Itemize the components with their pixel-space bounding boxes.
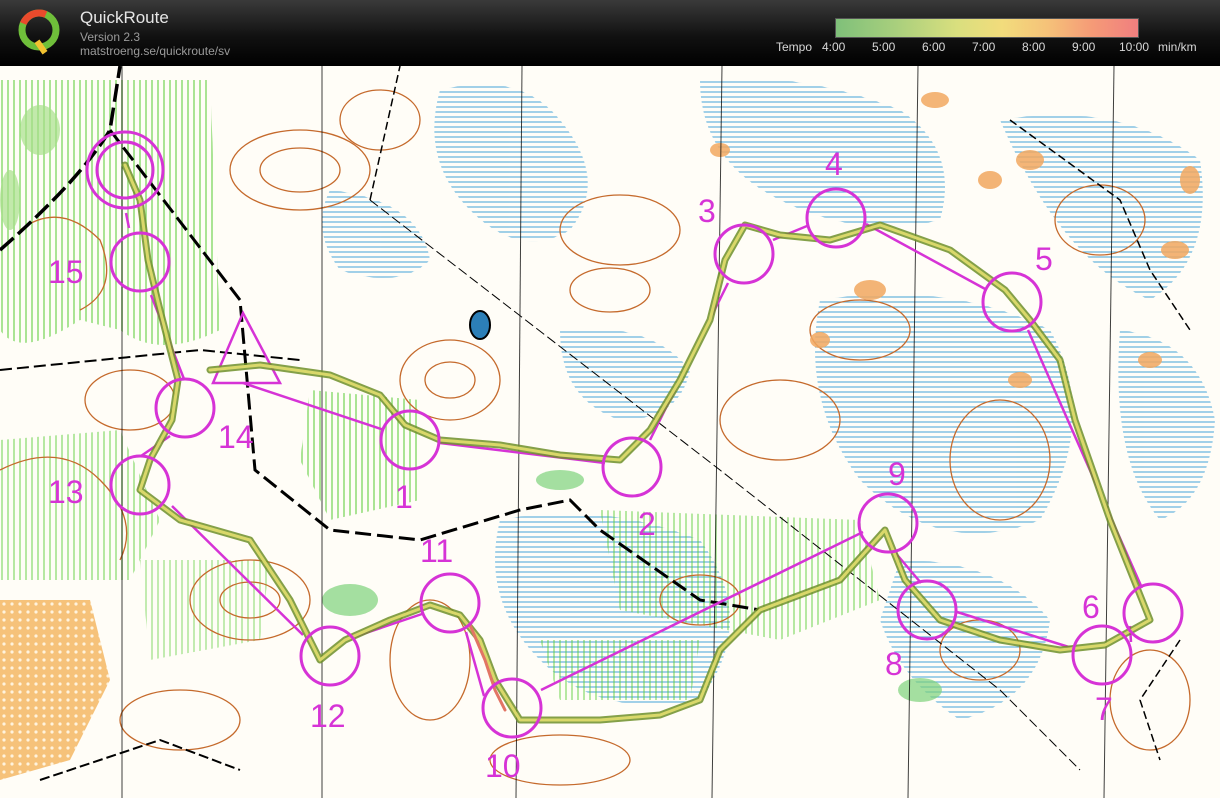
tempo-label: Tempo [776, 40, 813, 54]
control-number: 9 [888, 456, 906, 492]
control-number: 10 [485, 748, 521, 784]
app-url[interactable]: matstroeng.se/quickroute/sv [80, 44, 230, 58]
control-number: 5 [1035, 241, 1053, 277]
control-number: 8 [885, 646, 903, 682]
control-number: 3 [698, 193, 716, 229]
tempo-color-scale [835, 18, 1139, 38]
control-number: 4 [825, 146, 843, 182]
control-number: 6 [1082, 589, 1100, 625]
quickroute-logo [18, 9, 60, 55]
control-number: 13 [48, 474, 84, 510]
tempo-tick: 5:00 [872, 40, 896, 54]
tempo-tick: 4:00 [822, 40, 846, 54]
app-title: QuickRoute [80, 8, 169, 27]
tempo-tick: 9:00 [1072, 40, 1096, 54]
tempo-tick: 10:00 [1119, 40, 1150, 54]
app-version: Version 2.3 [80, 30, 141, 44]
control-number: 14 [218, 419, 254, 455]
tempo-tick: 7:00 [972, 40, 996, 54]
orienteering-map[interactable]: 15 14 13 1 2 3 4 5 6 7 8 9 10 11 12 [0, 66, 1220, 798]
control-number: 12 [310, 698, 346, 734]
app-header: QuickRoute Version 2.3 matstroeng.se/qui… [0, 0, 1220, 66]
small-lake [469, 310, 491, 340]
control-number: 15 [48, 254, 84, 290]
control-number: 2 [638, 506, 656, 542]
control-number: 11 [420, 533, 453, 569]
tempo-unit: min/km [1158, 40, 1197, 54]
tempo-tick: 6:00 [922, 40, 946, 54]
control-number: 1 [395, 479, 413, 515]
control-number: 7 [1095, 691, 1113, 727]
tempo-tick: 8:00 [1022, 40, 1046, 54]
